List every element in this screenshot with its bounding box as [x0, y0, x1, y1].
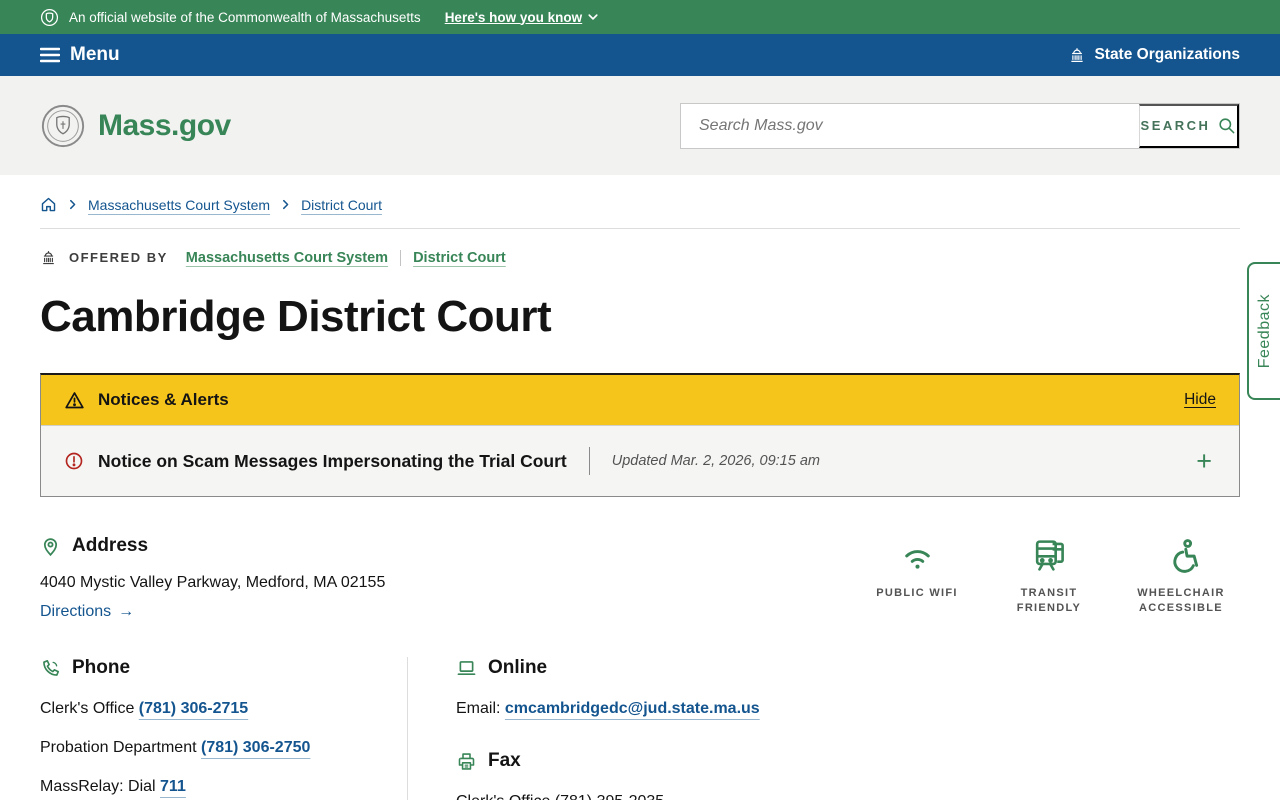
- email-line: Email: cmcambridgedc@jud.state.ma.us: [456, 700, 760, 717]
- warning-triangle-icon: [65, 391, 84, 408]
- offered-by-court-system-link[interactable]: Massachusetts Court System: [186, 250, 388, 266]
- feedback-tab[interactable]: Feedback: [1247, 262, 1280, 400]
- main-navigation-bar: Menu State Organizations: [0, 34, 1280, 76]
- laptop-icon: [457, 660, 476, 675]
- breadcrumb: Massachusetts Court System District Cour…: [40, 175, 1240, 229]
- divider: [588, 447, 590, 475]
- phone-line-probation: Probation Department (781) 306-2750: [40, 739, 311, 756]
- chevron-right-icon: [283, 199, 289, 210]
- amenity-public-wifi: PUBLIC WIFI: [858, 537, 976, 621]
- fax-printer-icon: [458, 752, 475, 770]
- online-section: Online Email: cmcambridgedc@jud.state.ma…: [456, 657, 1240, 718]
- online-column: Online Email: cmcambridgedc@jud.state.ma…: [407, 657, 1240, 800]
- amenity-label: WHEELCHAIR ACCESSIBLE: [1137, 587, 1225, 614]
- hide-alerts-link[interactable]: Hide: [1184, 391, 1216, 409]
- breadcrumb-district-court[interactable]: District Court: [301, 197, 382, 213]
- massgov-logo-text: Mass.gov: [98, 108, 231, 142]
- chevron-right-icon: [70, 199, 76, 210]
- official-banner-text: An official website of the Commonwealth …: [69, 9, 421, 25]
- phone-link[interactable]: 711: [160, 778, 186, 795]
- search-button-label: SEARCH: [1140, 118, 1211, 133]
- address-text: 4040 Mystic Valley Parkway, Medford, MA …: [40, 574, 386, 591]
- contact-grid: Phone Clerk's Office (781) 306-2715 Prob…: [40, 657, 1240, 800]
- phone-line-massrelay: MassRelay: Dial 711: [40, 778, 186, 795]
- amenity-transit-friendly: TRANSIT FRIENDLY: [990, 537, 1108, 621]
- state-organizations-label: State Organizations: [1094, 46, 1240, 63]
- phone-link[interactable]: (781) 306-2750: [201, 739, 310, 756]
- notices-alerts-title: Notices & Alerts: [98, 390, 229, 409]
- breadcrumb-court-system[interactable]: Massachusetts Court System: [88, 197, 270, 213]
- state-organizations-link[interactable]: State Organizations: [1068, 46, 1240, 64]
- amenity-label: TRANSIT FRIENDLY: [1016, 587, 1082, 614]
- amenities: PUBLIC WIFI TRANSIT FRIENDLY WHEELCHAIR …: [858, 537, 1240, 621]
- massgov-logo[interactable]: Mass.gov: [40, 103, 231, 149]
- state-seal-icon: [40, 8, 59, 26]
- notice-row[interactable]: Notice on Scam Messages Impersonating th…: [41, 425, 1239, 496]
- offered-by-row: OFFERED BY Massachusetts Court System Di…: [40, 249, 1240, 266]
- site-header: Mass.gov SEARCH: [0, 76, 1280, 175]
- feedback-label: Feedback: [1255, 293, 1273, 369]
- address-section: Address 4040 Mystic Valley Parkway, Medf…: [40, 535, 385, 621]
- amenity-label: PUBLIC WIFI: [876, 587, 958, 599]
- wheelchair-icon: [1172, 539, 1198, 573]
- location-pin-icon: [43, 537, 58, 556]
- official-banner: An official website of the Commonwealth …: [0, 0, 1280, 34]
- fax-line-clerks-office: Clerk's Office (781) 395-2035: [456, 793, 1240, 800]
- notices-alerts-box: Notices & Alerts Hide Notice on Scam Mes…: [40, 373, 1240, 497]
- capitol-dome-icon: [43, 251, 54, 265]
- directions-link[interactable]: Directions →: [40, 603, 134, 621]
- search-icon: [1219, 118, 1235, 134]
- chevron-down-icon: [588, 14, 598, 20]
- phone-link[interactable]: (781) 306-2715: [139, 700, 248, 717]
- notices-alerts-header: Notices & Alerts Hide: [41, 375, 1239, 425]
- home-icon[interactable]: [40, 196, 57, 213]
- offered-by-district-court-link[interactable]: District Court: [400, 249, 506, 266]
- address-band: Address 4040 Mystic Valley Parkway, Medf…: [40, 535, 1240, 621]
- transit-bus-icon: [1035, 540, 1064, 571]
- offered-by-label: OFFERED BY: [69, 250, 168, 265]
- arrow-right-icon: →: [118, 603, 135, 620]
- notice-title: Notice on Scam Messages Impersonating th…: [98, 450, 567, 471]
- alert-circle-icon: [65, 452, 83, 470]
- notice-updated-timestamp: Updated Mar. 2, 2026, 09:15 am: [611, 453, 820, 469]
- menu-label: Menu: [70, 44, 120, 65]
- menu-button[interactable]: Menu: [40, 44, 120, 66]
- online-heading: Online: [488, 657, 548, 678]
- fax-heading: Fax: [488, 750, 521, 771]
- wifi-icon: [904, 550, 930, 569]
- page-title: Cambridge District Court: [40, 292, 552, 341]
- hamburger-icon: [40, 47, 60, 63]
- fax-section: Fax Clerk's Office (781) 395-2035: [456, 750, 1240, 800]
- search-input[interactable]: [681, 103, 1139, 148]
- phone-icon: [43, 659, 60, 676]
- search-button[interactable]: SEARCH: [1139, 103, 1239, 148]
- address-heading: Address: [72, 535, 149, 556]
- expand-notice-button[interactable]: +: [1192, 448, 1216, 475]
- email-link[interactable]: cmcambridgedc@jud.state.ma.us: [505, 700, 760, 717]
- search-box: SEARCH: [680, 102, 1240, 149]
- capitol-dome-icon: [1071, 48, 1084, 62]
- phone-heading: Phone: [72, 657, 131, 678]
- phone-section: Phone Clerk's Office (781) 306-2715 Prob…: [40, 657, 407, 800]
- phone-line-clerks-office: Clerk's Office (781) 306-2715: [40, 700, 249, 717]
- heres-how-you-know-toggle[interactable]: Here's how you know: [445, 10, 600, 25]
- amenity-wheelchair-accessible: WHEELCHAIR ACCESSIBLE: [1122, 537, 1240, 621]
- massgov-seal-icon: [41, 104, 85, 147]
